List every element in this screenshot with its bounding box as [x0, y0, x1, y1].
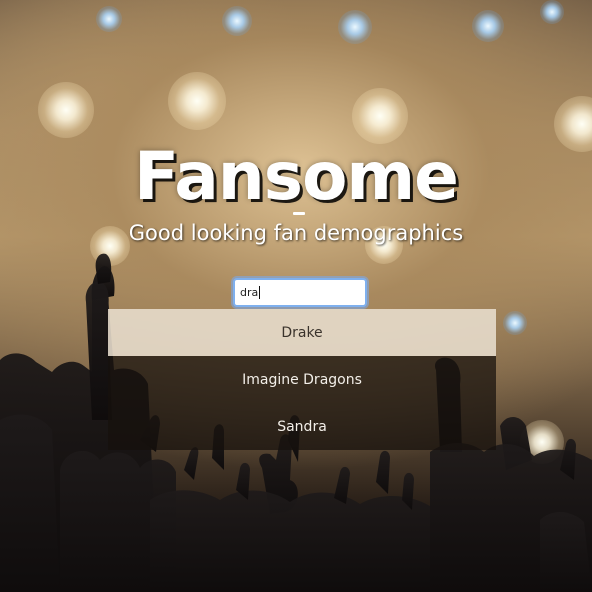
- app-title: Fansome: [134, 138, 459, 215]
- stage-light: [338, 10, 372, 44]
- stage-light: [222, 6, 252, 36]
- stage-light: [520, 420, 564, 464]
- search-input-value: dra: [240, 286, 259, 299]
- text-caret-icon: [259, 286, 261, 299]
- stage-light: [38, 82, 94, 138]
- suggestion-label: Imagine Dragons: [242, 371, 362, 388]
- suggestion-item-imagine-dragons[interactable]: Imagine Dragons: [108, 356, 496, 403]
- stage-light: [96, 6, 122, 32]
- autocomplete-dropdown: Drake Imagine Dragons Sandra: [108, 309, 496, 450]
- stage-light: [540, 0, 564, 24]
- suggestion-item-drake[interactable]: Drake: [108, 309, 496, 356]
- suggestion-label: Drake: [281, 324, 323, 341]
- stage-light: [503, 311, 527, 335]
- stage-light: [352, 88, 408, 144]
- landing-page: Fansome Good looking fan demographics dr…: [0, 0, 592, 592]
- app-tagline: Good looking fan demographics: [128, 221, 464, 245]
- title-accent: [293, 212, 305, 215]
- artist-search-input[interactable]: dra: [233, 278, 367, 307]
- stage-light: [472, 10, 504, 42]
- suggestion-item-sandra[interactable]: Sandra: [108, 403, 496, 450]
- suggestion-label: Sandra: [277, 418, 327, 435]
- stage-light: [168, 72, 226, 130]
